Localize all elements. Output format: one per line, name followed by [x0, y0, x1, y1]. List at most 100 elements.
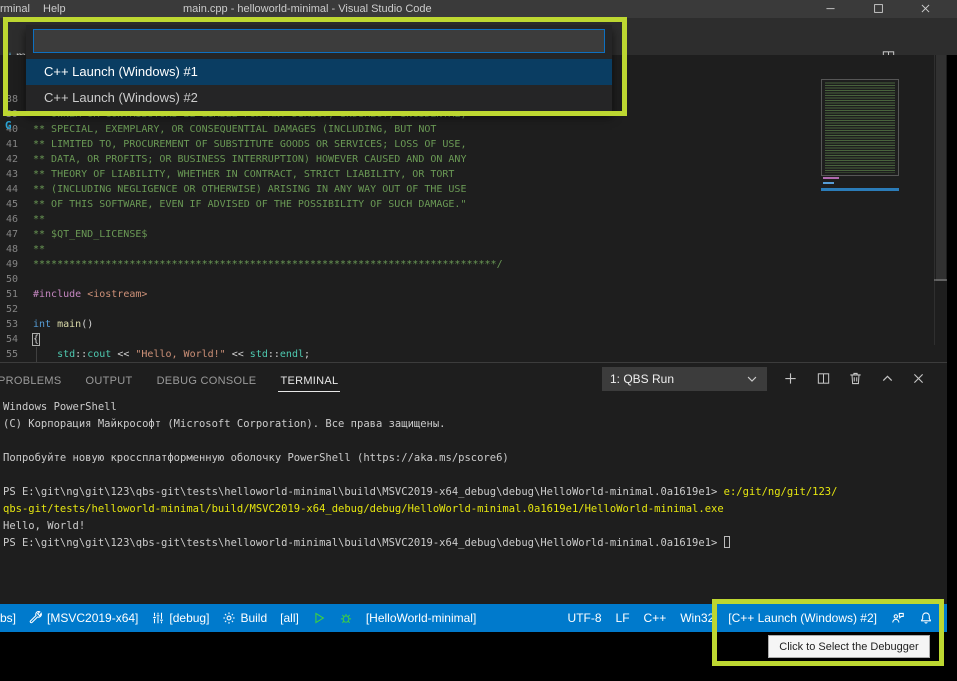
- line-number: 50: [0, 272, 18, 287]
- code-text: ** (INCLUDING NEGLIGENCE OR OTHERWISE) A…: [33, 182, 466, 197]
- status-item-encoding[interactable]: UTF-8: [568, 611, 602, 625]
- status-item-build[interactable]: Build: [222, 611, 267, 625]
- status-item-label: [MSVC2019-x64]: [47, 611, 138, 625]
- quickpick-list: C++ Launch (Windows) #1 C++ Launch (Windo…: [26, 59, 612, 111]
- code-line: 48**: [0, 242, 947, 257]
- status-item-language[interactable]: C++: [644, 611, 667, 625]
- status-bar: bs] [MSVC2019-x64] [debug] Build [all] [Hello…: [0, 604, 947, 632]
- status-item-platform[interactable]: Win32: [680, 611, 714, 625]
- terminal-selector-label: 1: QBS Run: [610, 372, 745, 386]
- play-icon: [312, 611, 326, 625]
- status-item-notifications[interactable]: [919, 611, 933, 625]
- line-number: 41: [0, 137, 18, 152]
- chevron-down-icon: [745, 372, 759, 386]
- code-line: 42 ** DATA, OR PROFITS; OR BUSINESS INTER…: [0, 152, 947, 167]
- code-text: #include <iostream>: [33, 287, 147, 302]
- code-line: 46 **: [0, 212, 947, 227]
- terminal-line: PS E:\git\ng\git\123\qbs-git\tests\hello…: [3, 535, 947, 552]
- code-text: **: [33, 212, 45, 227]
- terminal-line: [3, 467, 947, 484]
- panel-tab-problems[interactable]: PROBLEMS: [0, 371, 64, 391]
- quickpick: C++ Launch (Windows) #1 C++ Launch (Windo…: [26, 25, 612, 112]
- status-item-build-variant[interactable]: [debug]: [151, 611, 209, 625]
- status-item-run-product[interactable]: [HelloWorld-minimal]: [366, 611, 476, 625]
- quickpick-input[interactable]: [33, 29, 605, 53]
- kill-terminal-icon[interactable]: [848, 371, 864, 387]
- maximize-icon[interactable]: [863, 1, 893, 17]
- bug-icon: [339, 611, 353, 625]
- status-item-kit[interactable]: [MSVC2019-x64]: [29, 611, 138, 625]
- minimap[interactable]: [821, 79, 899, 176]
- minimap-current-line: [821, 188, 899, 191]
- gutter-fragment: G: [5, 119, 12, 132]
- tooltip-text: Click to Select the Debugger: [779, 641, 918, 653]
- indent-guide: [36, 347, 37, 362]
- minimap-main-line: [823, 182, 834, 184]
- minimap-include-line: [823, 177, 839, 179]
- status-item-run[interactable]: [312, 611, 326, 625]
- status-item-label: [C++ Launch (Windows) #2]: [728, 611, 877, 625]
- tools-icon: [29, 611, 43, 625]
- terminal-line: [3, 433, 947, 450]
- status-item-label: Build: [240, 611, 267, 625]
- scrollbar-divider: [934, 55, 935, 345]
- terminal-line: Hello, World!: [3, 518, 947, 535]
- quickpick-item[interactable]: C++ Launch (Windows) #2: [26, 85, 612, 111]
- line-number: 45: [0, 197, 18, 212]
- sliders-icon: [151, 611, 165, 625]
- quickpick-item[interactable]: C++ Launch (Windows) #1: [26, 59, 612, 85]
- quickpick-item-label: C++ Launch (Windows) #2: [44, 90, 198, 105]
- minimize-icon[interactable]: [815, 1, 845, 17]
- status-item-debugger[interactable]: [C++ Launch (Windows) #2]: [728, 611, 877, 625]
- menu-help[interactable]: Help: [43, 2, 66, 16]
- status-item-label: UTF-8: [568, 611, 602, 625]
- close-panel-icon[interactable]: [911, 371, 927, 387]
- code-text: ****************************************…: [33, 257, 503, 272]
- status-item-label: LF: [616, 611, 630, 625]
- panel-tab-output[interactable]: OUTPUT: [84, 371, 135, 391]
- status-item-label: C++: [644, 611, 667, 625]
- code-line: 51#include <iostream>: [0, 287, 947, 302]
- code-text: **: [33, 242, 45, 257]
- maximize-panel-icon[interactable]: [880, 371, 896, 387]
- line-number: 55: [0, 347, 18, 362]
- terminal-selector[interactable]: 1: QBS Run: [602, 367, 767, 391]
- line-number: 52: [0, 302, 18, 317]
- status-item-debug[interactable]: [339, 611, 353, 625]
- terminal-line: PS E:\git\ng\git\123\qbs-git\tests\hello…: [3, 484, 947, 501]
- panel-tab-debug-console[interactable]: DEBUG CONSOLE: [155, 371, 259, 391]
- code-text: {: [33, 332, 39, 347]
- code-line: 49**************************************…: [0, 257, 947, 272]
- status-bar-left: bs] [MSVC2019-x64] [debug] Build [all] [Hello…: [0, 611, 568, 625]
- quickpick-item-label: C++ Launch (Windows) #1: [44, 64, 198, 79]
- panel-tabs: PROBLEMS OUTPUT DEBUG CONSOLE TERMINAL: [0, 366, 340, 396]
- status-item-build-products[interactable]: [all]: [280, 611, 299, 625]
- new-terminal-icon[interactable]: [783, 371, 799, 387]
- status-item-qbs-profile-fragment[interactable]: bs]: [0, 611, 16, 625]
- status-item-label: [debug]: [169, 611, 209, 625]
- line-number: 43: [0, 167, 18, 182]
- code-line: 47** $QT_END_LICENSE$: [0, 227, 947, 242]
- code-line: 55 std::cout << "Hello, World!" << std::…: [0, 347, 947, 362]
- code-line: 52: [0, 302, 947, 317]
- line-number: 38: [0, 92, 18, 107]
- code-text: ** THEORY OF LIABILITY, WHETHER IN CONTR…: [33, 167, 454, 182]
- editor-scrollbar[interactable]: [936, 55, 946, 281]
- code-line: 41 ** LIMITED TO, PROCUREMENT OF SUBSTITU…: [0, 137, 947, 152]
- close-window-icon[interactable]: [910, 1, 940, 17]
- code-text: std::cout << "Hello, World!" << std::end…: [33, 347, 310, 362]
- terminal-line: qbs-git/tests/helloworld-minimal/build/M…: [3, 501, 947, 518]
- code-text: ** LIMITED TO, PROCUREMENT OF SUBSTITUTE…: [33, 137, 466, 152]
- terminal-output[interactable]: Windows PowerShell(C) Корпорация Майкрос…: [3, 399, 947, 552]
- panel-tab-terminal[interactable]: TERMINAL: [278, 371, 340, 392]
- code-text: ** DATA, OR PROFITS; OR BUSINESS INTERRU…: [33, 152, 466, 167]
- line-number: 42: [0, 152, 18, 167]
- status-item-feedback[interactable]: [891, 611, 905, 625]
- menu-terminal-fragment[interactable]: rminal: [0, 2, 30, 16]
- code-text: ** SPECIAL, EXEMPLARY, OR CONSEQUENTIAL …: [33, 122, 436, 137]
- split-terminal-icon[interactable]: [816, 371, 832, 387]
- status-item-eol[interactable]: LF: [616, 611, 630, 625]
- debugger-tooltip: Click to Select the Debugger: [768, 635, 930, 658]
- line-number: 46: [0, 212, 18, 227]
- desktop-gap-right: [947, 55, 957, 681]
